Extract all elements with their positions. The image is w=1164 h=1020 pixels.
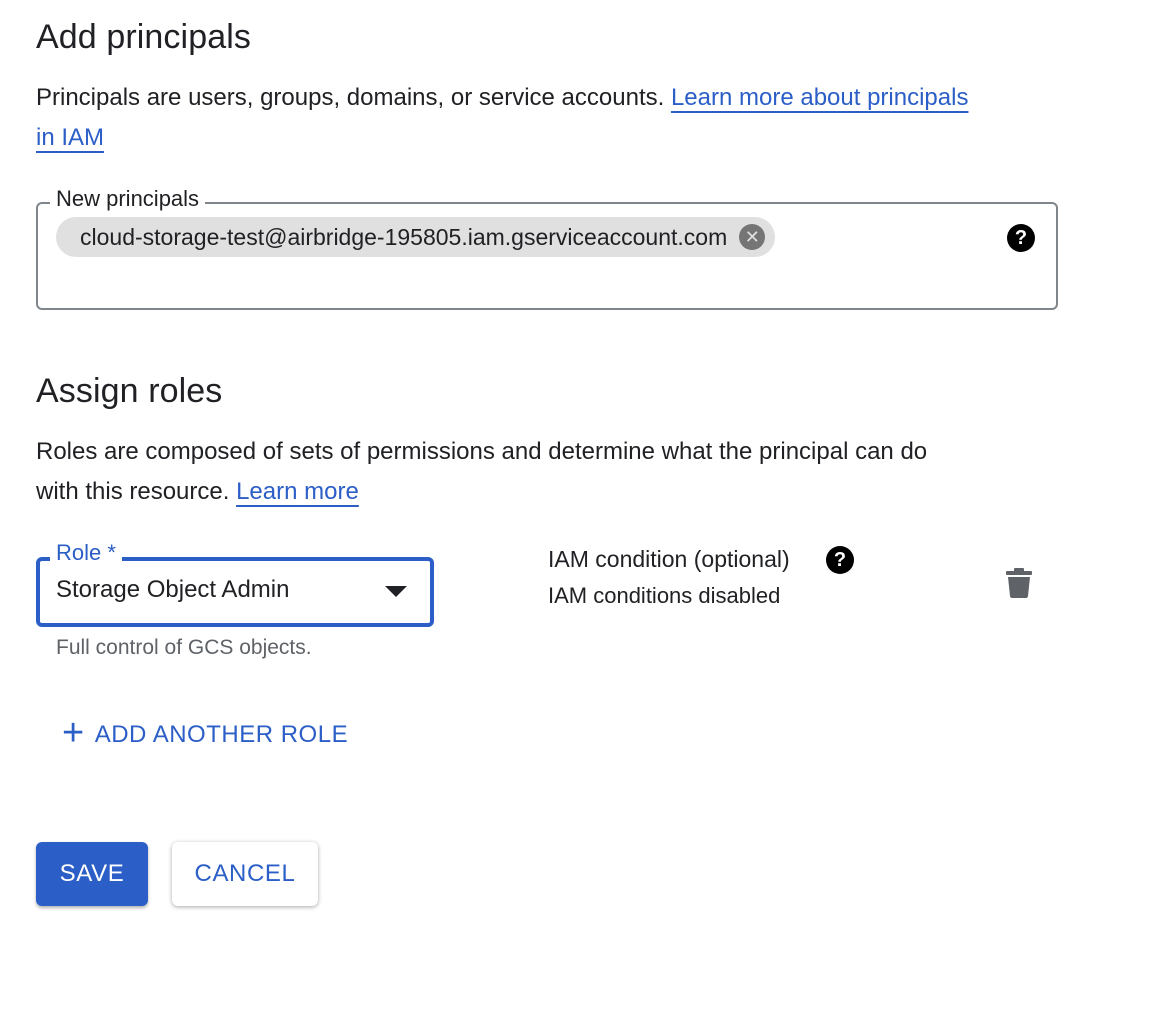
new-principals-label: New principals [50,186,206,212]
learn-more-principals-link[interactable]: Learn more about principals [671,84,969,111]
roles-description-line2: with this resource. [36,478,230,505]
iam-condition-status: IAM conditions disabled [548,583,781,608]
learn-more-principals-link-cont[interactable]: in IAM [36,124,104,151]
role-helper-text: Full control of GCS objects. [56,636,312,659]
roles-description-line1: Roles are composed of sets of permission… [36,438,928,465]
chevron-down-icon[interactable] [385,586,407,597]
cancel-button[interactable]: CANCEL [172,842,318,906]
help-circle-icon[interactable]: ? [1007,224,1035,252]
add-another-role-button[interactable]: + ADD ANOTHER ROLE [62,714,349,752]
principals-description-text: Principals are users, groups, domains, o… [36,84,665,111]
principals-description: Principals are users, groups, domains, o… [36,78,1076,158]
learn-more-roles-link[interactable]: Learn more [236,478,359,505]
add-another-role-label: ADD ANOTHER ROLE [94,721,349,748]
save-button[interactable]: SAVE [36,842,148,906]
trash-icon[interactable] [1006,568,1032,598]
help-circle-icon[interactable]: ? [826,546,854,574]
add-principals-heading: Add principals [36,18,251,56]
assign-roles-heading: Assign roles [36,372,223,410]
roles-description: Roles are composed of sets of permission… [36,432,1076,512]
iam-condition-title: IAM condition (optional) [548,546,790,572]
principal-chip[interactable]: cloud-storage-test@airbridge-195805.iam.… [56,217,776,257]
x-circle-icon[interactable]: ✕ [739,224,766,250]
plus-icon: + [62,712,85,754]
role-select-label: Role * [50,540,122,566]
principal-chip-text: cloud-storage-test@airbridge-195805.iam.… [80,223,728,250]
role-select-value: Storage Object Admin [56,576,290,603]
